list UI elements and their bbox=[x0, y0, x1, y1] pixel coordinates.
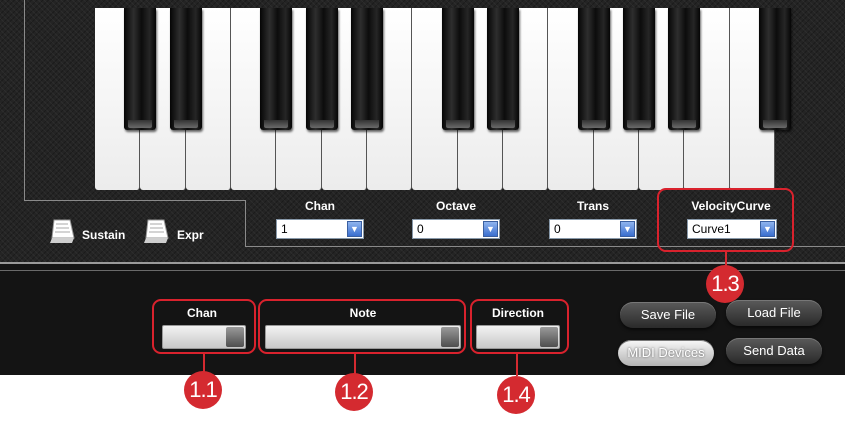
expr-pedal-icon[interactable] bbox=[142, 218, 170, 244]
black-key[interactable] bbox=[305, 8, 338, 130]
black-key[interactable] bbox=[668, 8, 701, 130]
frame-line-bottom-left bbox=[24, 200, 246, 201]
black-key[interactable] bbox=[260, 8, 293, 130]
expr-label: Expr bbox=[177, 228, 204, 242]
connector-1-2 bbox=[354, 354, 356, 374]
connector-1-1 bbox=[203, 354, 205, 372]
callout-badge-1-3: 1.3 bbox=[706, 265, 744, 303]
chevron-down-icon[interactable]: ▼ bbox=[347, 221, 362, 237]
octave-select[interactable]: 0 ▼ bbox=[412, 219, 500, 239]
chan-select-value: 1 bbox=[281, 222, 288, 236]
highlight-1-3 bbox=[657, 188, 794, 252]
octave-select-value: 0 bbox=[417, 222, 424, 236]
trans-select[interactable]: 0 ▼ bbox=[549, 219, 637, 239]
black-key[interactable] bbox=[759, 8, 791, 130]
black-key[interactable] bbox=[487, 8, 519, 130]
callout-badge-1-1: 1.1 bbox=[184, 371, 222, 409]
connector-1-4 bbox=[516, 354, 518, 376]
chan-label: Chan bbox=[305, 199, 335, 213]
trans-select-value: 0 bbox=[554, 222, 561, 236]
piano-keyboard[interactable] bbox=[95, 8, 791, 190]
chevron-down-icon[interactable]: ▼ bbox=[620, 221, 635, 237]
highlight-1-2 bbox=[258, 299, 466, 354]
black-key[interactable] bbox=[577, 8, 610, 130]
black-key[interactable] bbox=[169, 8, 202, 130]
save-file-button[interactable]: Save File bbox=[620, 302, 716, 328]
send-data-button[interactable]: Send Data bbox=[726, 338, 822, 364]
divider bbox=[0, 262, 845, 264]
callout-badge-1-2: 1.2 bbox=[335, 373, 373, 411]
connector-1-3 bbox=[725, 252, 727, 266]
chan-select[interactable]: 1 ▼ bbox=[276, 219, 364, 239]
highlight-1-4 bbox=[470, 299, 569, 354]
highlight-1-1 bbox=[152, 299, 256, 354]
callout-badge-1-4: 1.4 bbox=[497, 376, 535, 414]
trans-label: Trans bbox=[576, 199, 609, 213]
black-key[interactable] bbox=[623, 8, 655, 130]
sustain-label: Sustain bbox=[82, 228, 126, 242]
sustain-pedal-icon[interactable] bbox=[48, 218, 76, 244]
black-key[interactable] bbox=[124, 8, 157, 130]
octave-label: Octave bbox=[435, 199, 477, 213]
chevron-down-icon[interactable]: ▼ bbox=[483, 221, 498, 237]
load-file-button[interactable]: Load File bbox=[726, 300, 822, 326]
midi-devices-button[interactable]: MIDI Devices bbox=[618, 340, 714, 366]
black-key[interactable] bbox=[441, 8, 474, 130]
black-key[interactable] bbox=[351, 8, 383, 130]
